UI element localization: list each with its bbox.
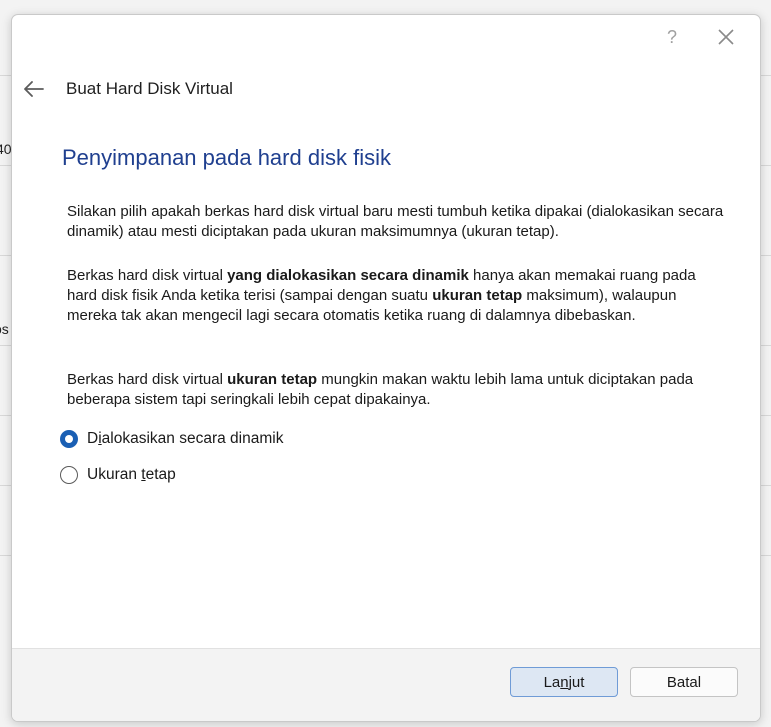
text-segment: Berkas hard disk virtual	[67, 267, 228, 284]
title-bar-controls: ?	[654, 15, 760, 59]
arrow-left-icon	[24, 81, 44, 97]
bold-term: ukuran tetap	[432, 287, 523, 304]
radio-label-fixed: Ukuran tetap	[87, 466, 176, 483]
back-button[interactable]	[22, 77, 46, 101]
wizard-header: Buat Hard Disk Virtual	[22, 77, 233, 101]
background-text-fragment: 40	[0, 141, 12, 157]
wizard-title: Buat Hard Disk Virtual	[66, 79, 233, 98]
close-icon	[718, 29, 734, 45]
background-text-fragment: os	[0, 321, 9, 337]
bold-term: ukuran tetap	[227, 371, 318, 388]
description-paragraph-dynamic: Berkas hard disk virtual yang dialokasik…	[67, 266, 727, 326]
dialog-footer: Lanjut Batal	[12, 648, 760, 721]
help-button[interactable]: ?	[654, 19, 690, 55]
next-button-label: Lanjut	[543, 673, 585, 691]
radio-label-dynamic: Dialokasikan secara dinamik	[87, 430, 284, 447]
help-icon: ?	[666, 26, 677, 47]
radio-option-fixed[interactable]: Ukuran tetap	[60, 466, 176, 484]
text-segment: Berkas hard disk virtual	[67, 371, 228, 388]
radio-button-unchecked[interactable]	[60, 466, 78, 484]
bold-term: yang dialokasikan secara dinamik	[227, 267, 469, 284]
radio-option-dynamic[interactable]: Dialokasikan secara dinamik	[60, 430, 283, 448]
create-virtual-hard-disk-dialog: ? Buat Hard Disk Virtual Penyimpanan pad…	[11, 14, 761, 722]
description-paragraph-intro: Silakan pilih apakah berkas hard disk vi…	[67, 203, 724, 240]
page-heading: Penyimpanan pada hard disk fisik	[62, 145, 391, 170]
radio-button-checked[interactable]	[60, 430, 78, 448]
cancel-button[interactable]: Batal	[630, 667, 738, 697]
next-button[interactable]: Lanjut	[510, 667, 618, 697]
description-paragraph-fixed: Berkas hard disk virtual ukuran tetap mu…	[67, 370, 727, 410]
cancel-button-label: Batal	[666, 673, 702, 691]
close-button[interactable]	[708, 19, 744, 55]
